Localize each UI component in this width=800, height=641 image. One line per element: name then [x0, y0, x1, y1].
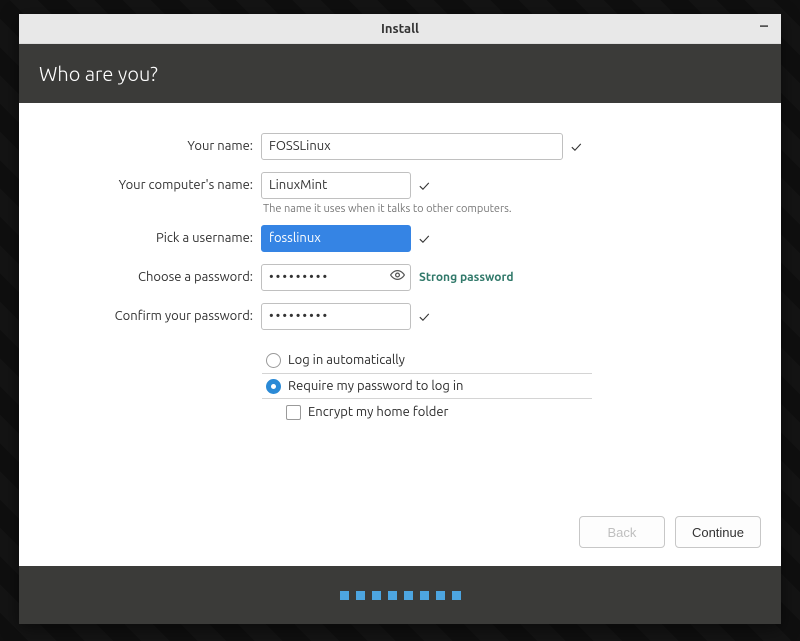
page-header: Who are you? — [19, 44, 781, 103]
minimize-icon[interactable] — [757, 21, 771, 35]
option-label: Require my password to log in — [288, 379, 463, 393]
name-input[interactable] — [261, 133, 563, 160]
username-input[interactable] — [261, 225, 411, 252]
installer-window: Install Who are you? Your name: ✓ Your c… — [19, 14, 781, 624]
eye-icon[interactable] — [390, 268, 405, 287]
check-icon: ✓ — [419, 178, 430, 193]
check-icon: ✓ — [419, 309, 430, 324]
encrypt-checkbox[interactable]: Encrypt my home folder — [262, 399, 780, 425]
computer-help-text: The name it uses when it talks to other … — [261, 203, 512, 215]
confirm-password-input[interactable] — [261, 303, 411, 330]
progress-dot — [420, 591, 429, 600]
computer-name-input[interactable] — [261, 172, 411, 199]
progress-dot — [452, 591, 461, 600]
login-require-radio[interactable]: Require my password to log in — [262, 373, 592, 399]
form-content: Your name: ✓ Your computer's name: ✓ The… — [19, 103, 781, 566]
username-label: Pick a username: — [19, 231, 261, 245]
computer-label: Your computer's name: — [19, 178, 261, 192]
name-label: Your name: — [19, 139, 261, 153]
continue-button[interactable]: Continue — [675, 516, 761, 548]
page-title: Who are you? — [39, 62, 158, 85]
progress-bar — [19, 566, 781, 624]
checkbox-icon — [286, 405, 301, 420]
check-icon: ✓ — [571, 139, 582, 154]
check-icon: ✓ — [419, 231, 430, 246]
window-title: Install — [381, 22, 419, 36]
password-strength: Strong password — [419, 271, 514, 284]
progress-dot — [372, 591, 381, 600]
password-input[interactable] — [261, 264, 411, 291]
progress-dot — [404, 591, 413, 600]
option-label: Encrypt my home folder — [308, 405, 448, 419]
progress-dot — [388, 591, 397, 600]
radio-icon — [266, 353, 281, 368]
footer-buttons: Back Continue — [579, 516, 761, 548]
login-auto-radio[interactable]: Log in automatically — [262, 347, 780, 373]
back-button[interactable]: Back — [579, 516, 665, 548]
progress-dots — [340, 591, 461, 600]
progress-dot — [340, 591, 349, 600]
window-titlebar: Install — [19, 14, 781, 44]
confirm-label: Confirm your password: — [19, 309, 261, 323]
radio-icon — [266, 379, 281, 394]
progress-dot — [436, 591, 445, 600]
password-label: Choose a password: — [19, 270, 261, 284]
option-label: Log in automatically — [288, 353, 405, 367]
progress-dot — [356, 591, 365, 600]
